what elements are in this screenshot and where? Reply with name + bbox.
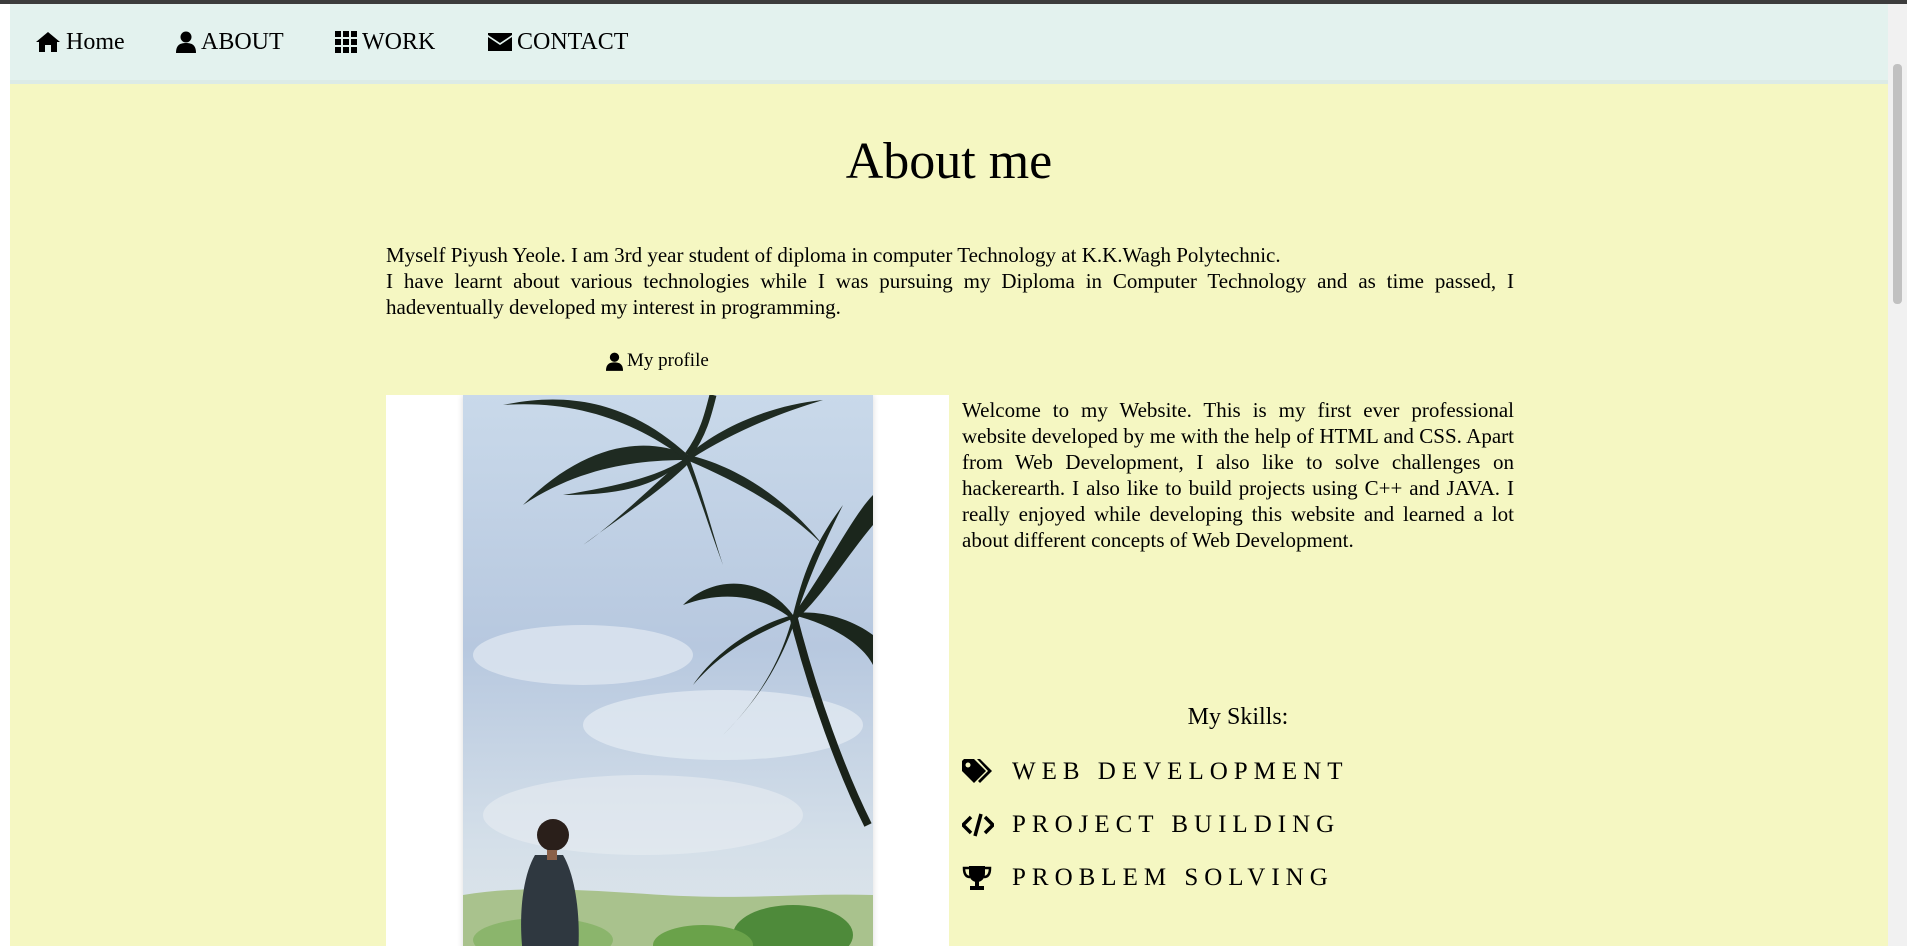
profile-photo-frame [386, 395, 949, 946]
grid-icon [335, 31, 357, 53]
nav-about-label: ABOUT [201, 28, 284, 55]
nav-about[interactable]: ABOUT [176, 26, 284, 58]
nav-home[interactable]: Home [35, 26, 125, 58]
welcome-text: Welcome to my Website. This is my first … [962, 398, 1514, 552]
skill-web-development: WEB DEVELOPMENT [962, 755, 1349, 789]
skill-label: WEB DEVELOPMENT [1012, 758, 1349, 785]
vertical-scrollbar[interactable] [1888, 4, 1907, 946]
page-title: About me [845, 133, 1053, 190]
code-icon [962, 813, 998, 837]
profile-heading-label: My profile [627, 350, 709, 371]
tags-icon [962, 759, 998, 785]
skill-project-building: PROJECT BUILDING [962, 808, 1340, 842]
navbar: Home ABOUT WORK CONTACT [10, 4, 1888, 84]
user-icon [606, 352, 623, 371]
skill-label: PROBLEM SOLVING [1012, 864, 1334, 891]
profile-photo [463, 395, 873, 946]
scrollbar-thumb[interactable] [1893, 64, 1902, 304]
nav-contact-label: CONTACT [517, 28, 629, 55]
nav-work-label: WORK [362, 28, 436, 55]
trophy-icon [962, 865, 998, 891]
skill-problem-solving: PROBLEM SOLVING [962, 861, 1334, 895]
envelope-icon [488, 33, 512, 51]
nav-contact[interactable]: CONTACT [488, 26, 628, 58]
skills-title: My Skills: [1187, 704, 1289, 730]
user-icon [176, 31, 196, 53]
nav-home-label: Home [66, 28, 125, 55]
skill-label: PROJECT BUILDING [1012, 811, 1341, 838]
profile-heading: My profile [606, 350, 709, 372]
intro-text: Myself Piyush Yeole. I am 3rd year stude… [386, 242, 1514, 320]
home-icon [36, 32, 60, 52]
page: Home ABOUT WORK CONTACT About me Myself … [10, 4, 1888, 946]
intro-line-1: Myself Piyush Yeole. I am 3rd year stude… [386, 243, 1281, 267]
intro-line-2: I have learnt about various technologies… [386, 269, 1514, 319]
nav-work[interactable]: WORK [335, 26, 435, 58]
